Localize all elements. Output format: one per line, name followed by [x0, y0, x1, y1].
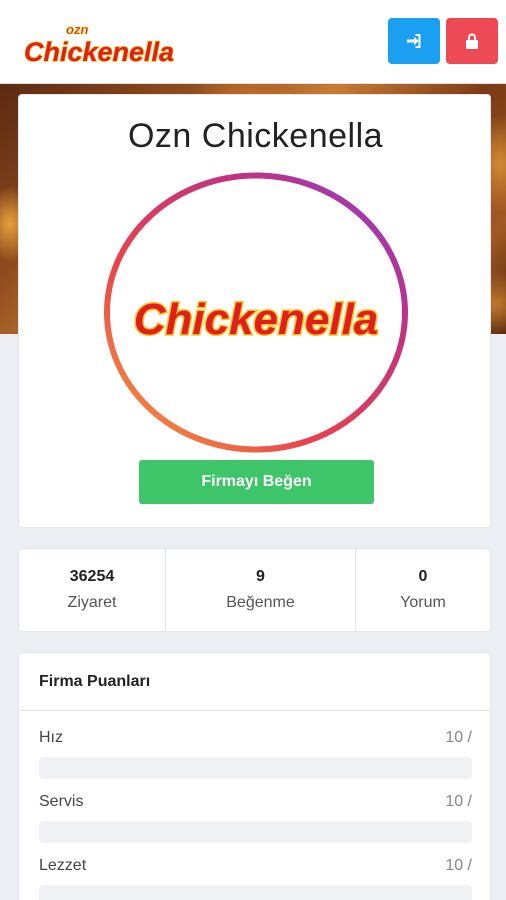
rating-name: Servis	[39, 793, 84, 810]
rating-bar	[39, 821, 472, 843]
rating-score: 10 /	[445, 793, 472, 810]
rating-bar	[39, 885, 472, 900]
stat-value: 36254	[69, 568, 115, 585]
ratings-title: Firma Puanları	[19, 653, 490, 711]
rating-name: Lezzet	[39, 857, 87, 874]
lock-icon	[466, 33, 478, 49]
stat-likes: 9 Beğenme	[165, 549, 355, 631]
stat-comments: 0 Yorum	[355, 549, 490, 631]
login-button[interactable]	[388, 18, 440, 64]
company-logo: Chickenella	[104, 172, 408, 453]
company-profile-card: Ozn Chickenella Chickenella Firmayı Beğe…	[18, 94, 491, 528]
company-name: Ozn Chickenella	[127, 117, 384, 155]
rating-score: 10 /	[445, 729, 472, 746]
company-ratings-card: Firma Puanları Hız 10 / Servis 10 / Lezz…	[18, 652, 491, 900]
stat-visits: 36254 Ziyaret	[19, 549, 165, 631]
top-navbar: ozn Chickenella	[0, 0, 506, 84]
stat-value: 0	[418, 568, 428, 585]
logo-wordmark: Chickenella	[24, 37, 174, 67]
stat-value: 9	[256, 568, 265, 585]
stat-label: Beğenme	[226, 594, 295, 611]
stats-card: 36254 Ziyaret 9 Beğenme 0 Yorum	[18, 548, 491, 632]
rating-score: 10 /	[445, 857, 472, 874]
like-company-button[interactable]: Firmayı Beğen	[139, 460, 374, 504]
brand-logo[interactable]: ozn Chickenella	[22, 16, 178, 68]
stat-label: Yorum	[400, 594, 446, 611]
rating-bar	[39, 757, 472, 779]
stat-label: Ziyaret	[67, 594, 117, 611]
rating-name: Hız	[39, 729, 63, 746]
logo-text: Chickenella	[134, 295, 379, 344]
logo-prefix: ozn	[66, 22, 88, 37]
sign-in-icon	[407, 34, 421, 48]
register-button[interactable]	[446, 18, 498, 64]
